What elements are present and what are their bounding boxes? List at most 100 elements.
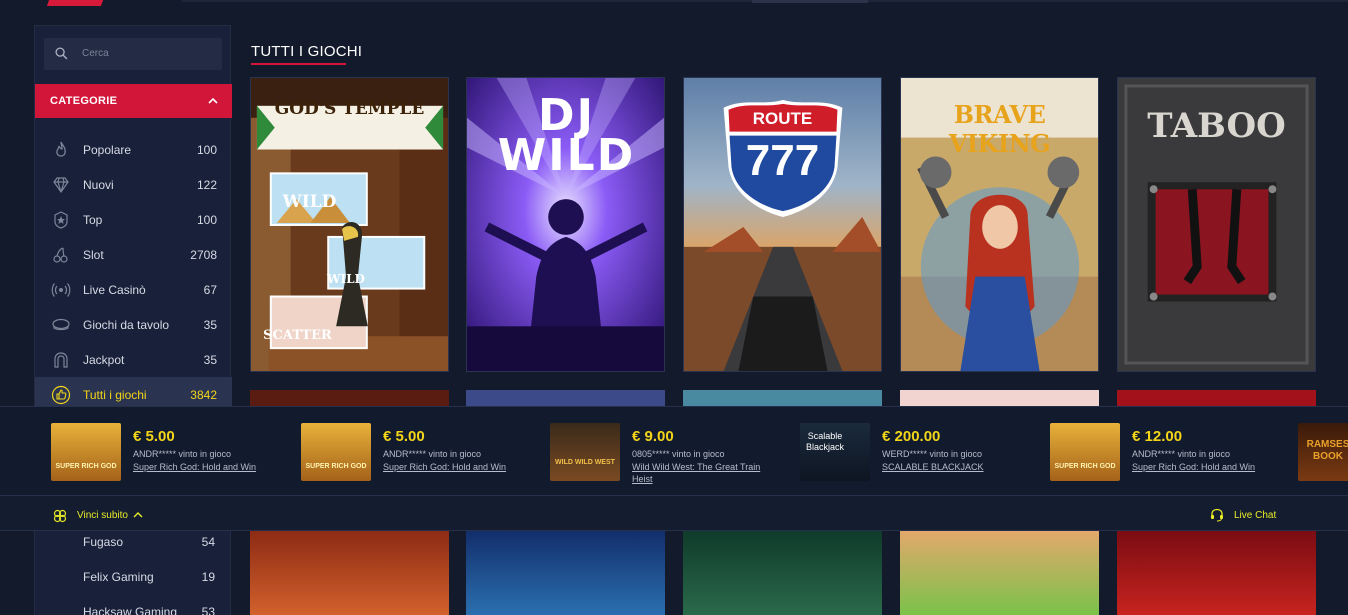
category-item-giochi-da-tavolo[interactable]: Giochi da tavolo 35: [35, 307, 232, 342]
provider-item-felix-gaming[interactable]: Felix Gaming 19: [34, 565, 231, 600]
winner-game-link[interactable]: Super Rich God: Hold and Win: [383, 461, 523, 473]
winner-game-thumbnail[interactable]: SUPER RICH GOD: [51, 423, 121, 481]
bottom-bar: Vinci subito Live Chat: [0, 495, 1348, 531]
game-tile-partial[interactable]: [250, 530, 449, 615]
category-item-popolare[interactable]: Popolare 100: [35, 132, 232, 167]
wild-label: WILD: [327, 272, 365, 286]
category-count: 35: [203, 318, 217, 332]
category-item-slot[interactable]: Slot 2708: [35, 237, 232, 272]
category-list: Popolare 100 Nuovi 122 Top 100 Slot 2708…: [35, 132, 232, 412]
thumbnail-label: SUPER RICH GOD: [305, 463, 367, 470]
game-tile-partial[interactable]: [900, 530, 1099, 615]
category-count: 35: [203, 353, 217, 367]
provider-label: Hacksaw Gaming: [83, 605, 178, 615]
game-tile-brave-viking[interactable]: BRAVE VIKING: [900, 77, 1099, 372]
provider-item-fugaso[interactable]: Fugaso 54: [34, 530, 231, 565]
clover-icon: [53, 509, 67, 523]
headset-icon: [1211, 508, 1223, 522]
category-label: Jackpot: [83, 353, 125, 367]
category-count: 3842: [190, 388, 217, 402]
game-tile-route-777[interactable]: ROUTE 777: [683, 77, 882, 372]
category-count: 122: [196, 178, 217, 192]
winner-game-link[interactable]: Wild Wild West: The Great Train Heist: [632, 461, 772, 485]
horseshoe-icon: [54, 352, 68, 368]
winner-name: 0805***** vinto in gioco: [632, 449, 725, 459]
thumbnail-label: RAMSES BOOK: [1306, 439, 1348, 462]
diamond-icon: [53, 177, 69, 194]
category-count: 2708: [190, 248, 217, 262]
winner-game-link[interactable]: Super Rich God: Hold and Win: [1132, 461, 1272, 473]
game-tile-dj-wild[interactable]: DJ WILD: [466, 77, 665, 372]
game-tile-gods-temple[interactable]: GOD'S TEMPLE WILD WILD SCATTER: [250, 77, 449, 372]
game-title: BRAVE VIKING: [948, 100, 1051, 158]
category-item-live-casino[interactable]: Live Casinò 67: [35, 272, 232, 307]
broadcast-icon: [51, 283, 71, 297]
category-count: 100: [196, 143, 217, 157]
category-label: Slot: [83, 248, 104, 262]
winner-name: ANDR***** vinto in gioco: [133, 449, 232, 459]
flame-icon: [56, 141, 66, 157]
table-icon: [52, 318, 70, 331]
provider-count: 54: [201, 535, 215, 549]
categories-title: CATEGORIE: [50, 95, 118, 107]
game-tile-partial[interactable]: [466, 530, 665, 615]
winner-entry[interactable]: RAMSES BOOK: [1298, 423, 1348, 481]
provider-count: 19: [201, 570, 215, 584]
game-title-line1: ROUTE: [752, 109, 813, 128]
game-tile-partial[interactable]: [683, 530, 882, 615]
category-label: Nuovi: [83, 178, 114, 192]
thumbnail-label: WILD WILD WEST: [555, 459, 615, 466]
provider-list: Fugaso 54 Felix Gaming 19 Hacksaw Gaming…: [34, 530, 231, 615]
star-badge-icon: [54, 211, 68, 229]
game-tile-partial[interactable]: [1117, 530, 1316, 615]
winner-game-link[interactable]: SCALABLE BLACKJACK: [882, 461, 1022, 473]
recent-winners-ticker: SUPER RICH GOD € 5.00 ANDR***** vinto in…: [0, 406, 1348, 495]
provider-label: Felix Gaming: [83, 570, 154, 584]
win-amount: € 9.00: [632, 428, 674, 445]
search-input[interactable]: Cerca: [44, 38, 222, 70]
category-label: Top: [83, 213, 103, 227]
winner-name: WERD***** vinto in gioco: [882, 449, 983, 459]
provider-count: 53: [201, 605, 215, 615]
category-count: 67: [203, 283, 217, 297]
win-amount: € 12.00: [1132, 428, 1183, 445]
category-label: Live Casinò: [83, 283, 146, 297]
brand-logo[interactable]: [46, 0, 104, 6]
winner-game-thumbnail[interactable]: RAMSES BOOK: [1298, 423, 1348, 481]
game-title: TABOO: [1147, 106, 1286, 146]
winner-game-thumbnail[interactable]: WILD WILD WEST: [550, 423, 620, 481]
header-tab-indicator: [752, 0, 868, 3]
winner-game-thumbnail[interactable]: Scalable Blackjack: [800, 423, 870, 481]
game-title: DJ WILD: [497, 90, 636, 181]
thumbnail-label: Scalable Blackjack: [805, 431, 844, 452]
category-count: 100: [196, 213, 217, 227]
category-label: Giochi da tavolo: [83, 318, 170, 332]
provider-label: Fugaso: [83, 535, 124, 549]
wild-label: WILD: [282, 192, 337, 212]
top-header-strip: [0, 0, 1348, 8]
categories-header[interactable]: CATEGORIE: [35, 84, 232, 118]
winner-name: ANDR***** vinto in gioco: [1132, 449, 1231, 459]
game-title: GOD'S TEMPLE: [274, 99, 425, 119]
category-item-top[interactable]: Top 100: [35, 202, 232, 237]
vinci-subito-label: Vinci subito: [77, 510, 128, 521]
provider-item-hacksaw-gaming[interactable]: Hacksaw Gaming 53: [34, 600, 231, 615]
win-amount: € 5.00: [133, 428, 175, 445]
winner-game-thumbnail[interactable]: SUPER RICH GOD: [301, 423, 371, 481]
chevron-up-icon[interactable]: [208, 96, 218, 106]
winner-game-thumbnail[interactable]: SUPER RICH GOD: [1050, 423, 1120, 481]
live-chat-label: Live Chat: [1234, 510, 1277, 521]
search-icon: [55, 47, 68, 60]
page-title: TUTTI I GIOCHI: [251, 43, 363, 60]
search-placeholder: Cerca: [82, 48, 109, 59]
category-item-nuovi[interactable]: Nuovi 122: [35, 167, 232, 202]
category-label: Tutti i giochi: [83, 388, 147, 402]
thumbnail-label: SUPER RICH GOD: [1054, 463, 1116, 470]
category-item-jackpot[interactable]: Jackpot 35: [35, 342, 232, 377]
scatter-label: SCATTER: [263, 328, 332, 343]
title-underline: [251, 63, 346, 65]
game-tile-taboo[interactable]: TABOO: [1117, 77, 1316, 372]
winner-name: ANDR***** vinto in gioco: [383, 449, 482, 459]
thumbnail-label: SUPER RICH GOD: [55, 463, 117, 470]
winner-game-link[interactable]: Super Rich God: Hold and Win: [133, 461, 273, 473]
